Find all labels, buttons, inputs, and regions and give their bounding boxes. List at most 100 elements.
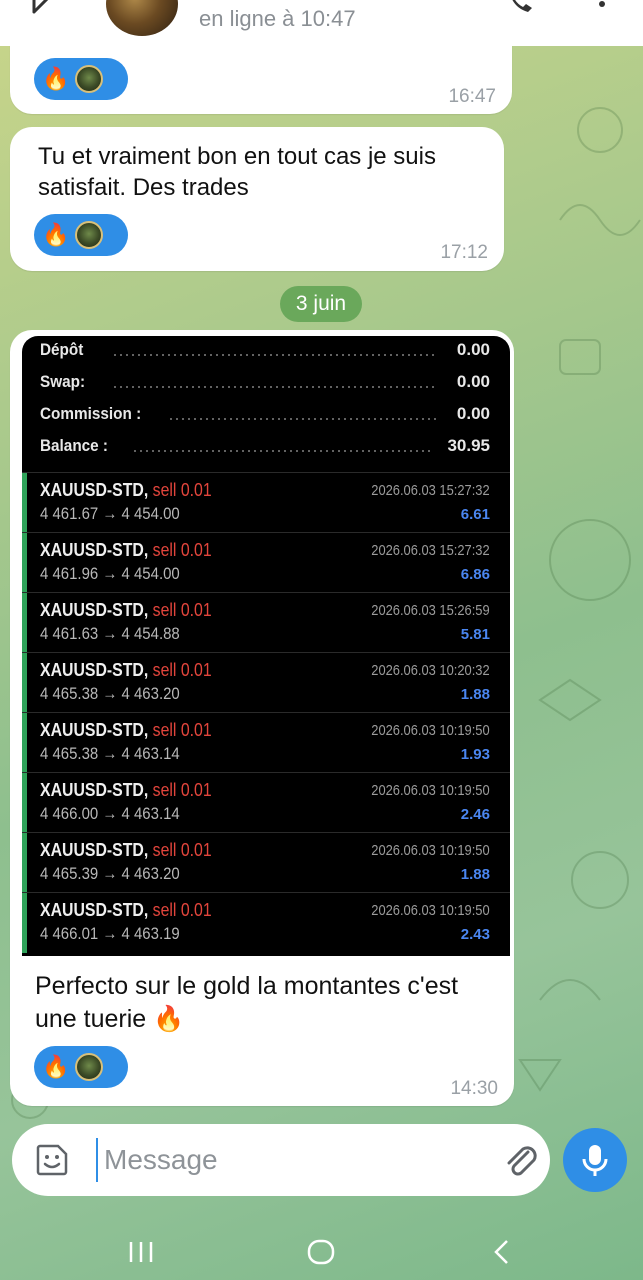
trade-side: sell 0.01 (152, 600, 212, 620)
dotted-leader (132, 450, 430, 452)
trade-symbol: XAUUSD-STD, sell 0.01 (40, 720, 212, 740)
trade-symbol: XAUUSD-STD, sell 0.01 (40, 900, 212, 920)
trade-symbol: XAUUSD-STD, sell 0.01 (40, 780, 212, 800)
summary-value: 0.00 (456, 372, 490, 391)
reaction-pill[interactable]: 🔥 (34, 1046, 128, 1088)
trade-profit: 2.43 (460, 926, 490, 943)
summary-label: Swap: (40, 372, 86, 391)
trade-prices: 4 461.63 → 4 454.88 (40, 624, 180, 643)
summary-label: Commission : (40, 404, 142, 423)
trade-row[interactable]: XAUUSD-STD, sell 0.01 4 461.67 → 4 454.0… (22, 472, 510, 533)
trade-side: sell 0.01 (152, 660, 212, 680)
trade-prices: 4 461.96 → 4 454.00 (40, 564, 180, 583)
trade-profit: 6.61 (460, 506, 490, 523)
phone-icon[interactable] (506, 0, 536, 16)
recent-apps-icon[interactable] (128, 1240, 154, 1264)
trade-row[interactable]: XAUUSD-STD, sell 0.01 4 465.39 → 4 463.2… (22, 832, 510, 893)
trade-profit: 2.46 (460, 806, 490, 823)
summary-value: 0.00 (456, 340, 490, 359)
user-avatar-icon (75, 221, 104, 249)
trade-symbol: XAUUSD-STD, sell 0.01 (40, 540, 212, 560)
contact-avatar[interactable] (106, 0, 178, 36)
paperclip-icon[interactable] (500, 1140, 540, 1180)
message-composer (12, 1124, 550, 1196)
summary-label: Dépôt (40, 340, 84, 359)
system-navbar (0, 1218, 643, 1280)
trade-symbol: XAUUSD-STD, sell 0.01 (40, 840, 212, 860)
trade-side-bar (22, 593, 27, 653)
reaction-pill[interactable]: 🔥 (34, 58, 128, 100)
trade-side: sell 0.01 (152, 480, 212, 500)
trade-row[interactable]: XAUUSD-STD, sell 0.01 4 461.96 → 4 454.0… (22, 532, 510, 593)
trade-row[interactable]: XAUUSD-STD, sell 0.01 4 466.00 → 4 463.1… (22, 772, 510, 833)
message-text: Tu et vraiment bon en tout cas je suis s… (38, 143, 436, 201)
trade-row[interactable]: XAUUSD-STD, sell 0.01 4 466.01 → 4 463.1… (22, 892, 510, 953)
user-avatar-icon (75, 1053, 104, 1081)
trade-side-bar (22, 773, 27, 833)
trade-time: 2026.06.03 15:27:32 (371, 482, 490, 499)
trade-side-bar (22, 653, 27, 713)
trade-profit: 1.88 (460, 686, 490, 703)
fire-emoji: 🔥 (42, 222, 70, 247)
contact-status: en ligne à 10:47 (199, 6, 356, 31)
message-time: 16:47 (448, 86, 496, 107)
trade-symbol: XAUUSD-STD, sell 0.01 (40, 600, 212, 620)
microphone-button[interactable] (563, 1128, 627, 1192)
trade-side-bar (22, 833, 27, 893)
trade-prices: 4 461.67 → 4 454.00 (40, 504, 180, 523)
trade-side: sell 0.01 (152, 720, 212, 740)
trade-side: sell 0.01 (152, 540, 212, 560)
trade-profit: 1.88 (460, 866, 490, 883)
trade-symbol: XAUUSD-STD, sell 0.01 (40, 480, 212, 500)
trade-row[interactable]: XAUUSD-STD, sell 0.01 4 465.38 → 4 463.1… (22, 712, 510, 773)
trade-profit: 6.86 (460, 566, 490, 583)
summary-row: Dépôt 0.00 (40, 340, 490, 366)
trade-side: sell 0.01 (152, 900, 212, 920)
back-icon[interactable] (492, 1238, 510, 1266)
fire-emoji: 🔥 (42, 1054, 70, 1079)
fire-emoji: 🔥 (42, 66, 70, 91)
trade-side: sell 0.01 (152, 780, 212, 800)
date-separator: 3 juin (280, 286, 362, 322)
trade-history-image[interactable]: Dépôt 0.00 Swap: 0.00 Commission : 0.00 … (22, 336, 510, 956)
summary-row: Swap: 0.00 (40, 372, 490, 398)
trade-time: 2026.06.03 10:19:50 (371, 722, 490, 739)
summary-value: 0.00 (456, 404, 490, 423)
trade-prices: 4 465.39 → 4 463.20 (40, 864, 180, 883)
summary-row: Commission : 0.00 (40, 404, 490, 430)
summary-label: Balance : (40, 436, 109, 455)
microphone-icon (582, 1145, 608, 1176)
trade-prices: 4 465.38 → 4 463.20 (40, 684, 180, 703)
trade-time: 2026.06.03 10:20:32 (371, 662, 490, 679)
trade-time: 2026.06.03 15:27:32 (371, 542, 490, 559)
trade-row[interactable]: XAUUSD-STD, sell 0.01 4 461.63 → 4 454.8… (22, 592, 510, 653)
trade-profit: 1.93 (460, 746, 490, 763)
message-caption: Perfecto sur le gold la montantes c'est … (35, 972, 459, 1033)
trade-side-bar (22, 893, 27, 953)
summary-row: Balance : 30.95 (40, 436, 490, 462)
dotted-leader (112, 386, 438, 388)
reaction-pill[interactable]: 🔥 (34, 214, 128, 256)
arrow-left-icon[interactable] (26, 0, 56, 20)
trade-time: 2026.06.03 10:19:50 (371, 842, 490, 859)
trade-symbol: XAUUSD-STD, sell 0.01 (40, 660, 212, 680)
trade-prices: 4 466.00 → 4 463.14 (40, 804, 180, 823)
dotted-leader (112, 354, 438, 356)
trade-time: 2026.06.03 10:19:50 (371, 782, 490, 799)
trade-profit: 5.81 (460, 626, 490, 643)
trade-side-bar (22, 533, 27, 593)
message-time: 14:30 (450, 1078, 498, 1099)
more-vertical-icon[interactable] (594, 0, 610, 16)
trade-side-bar (22, 473, 27, 533)
trade-time: 2026.06.03 15:26:59 (371, 602, 490, 619)
sticker-icon[interactable] (34, 1142, 70, 1178)
chat-header: en ligne à 10:47 (0, 0, 643, 46)
dotted-leader (168, 418, 438, 420)
trade-row[interactable]: XAUUSD-STD, sell 0.01 4 465.38 → 4 463.2… (22, 652, 510, 713)
home-icon[interactable] (306, 1238, 336, 1266)
summary-value: 30.95 (447, 436, 490, 455)
message-bubble[interactable]: Tu et vraiment bon en tout cas je suis s… (10, 127, 504, 271)
trade-prices: 4 465.38 → 4 463.14 (40, 744, 180, 763)
message-input[interactable] (96, 1138, 476, 1182)
trade-time: 2026.06.03 10:19:50 (371, 902, 490, 919)
